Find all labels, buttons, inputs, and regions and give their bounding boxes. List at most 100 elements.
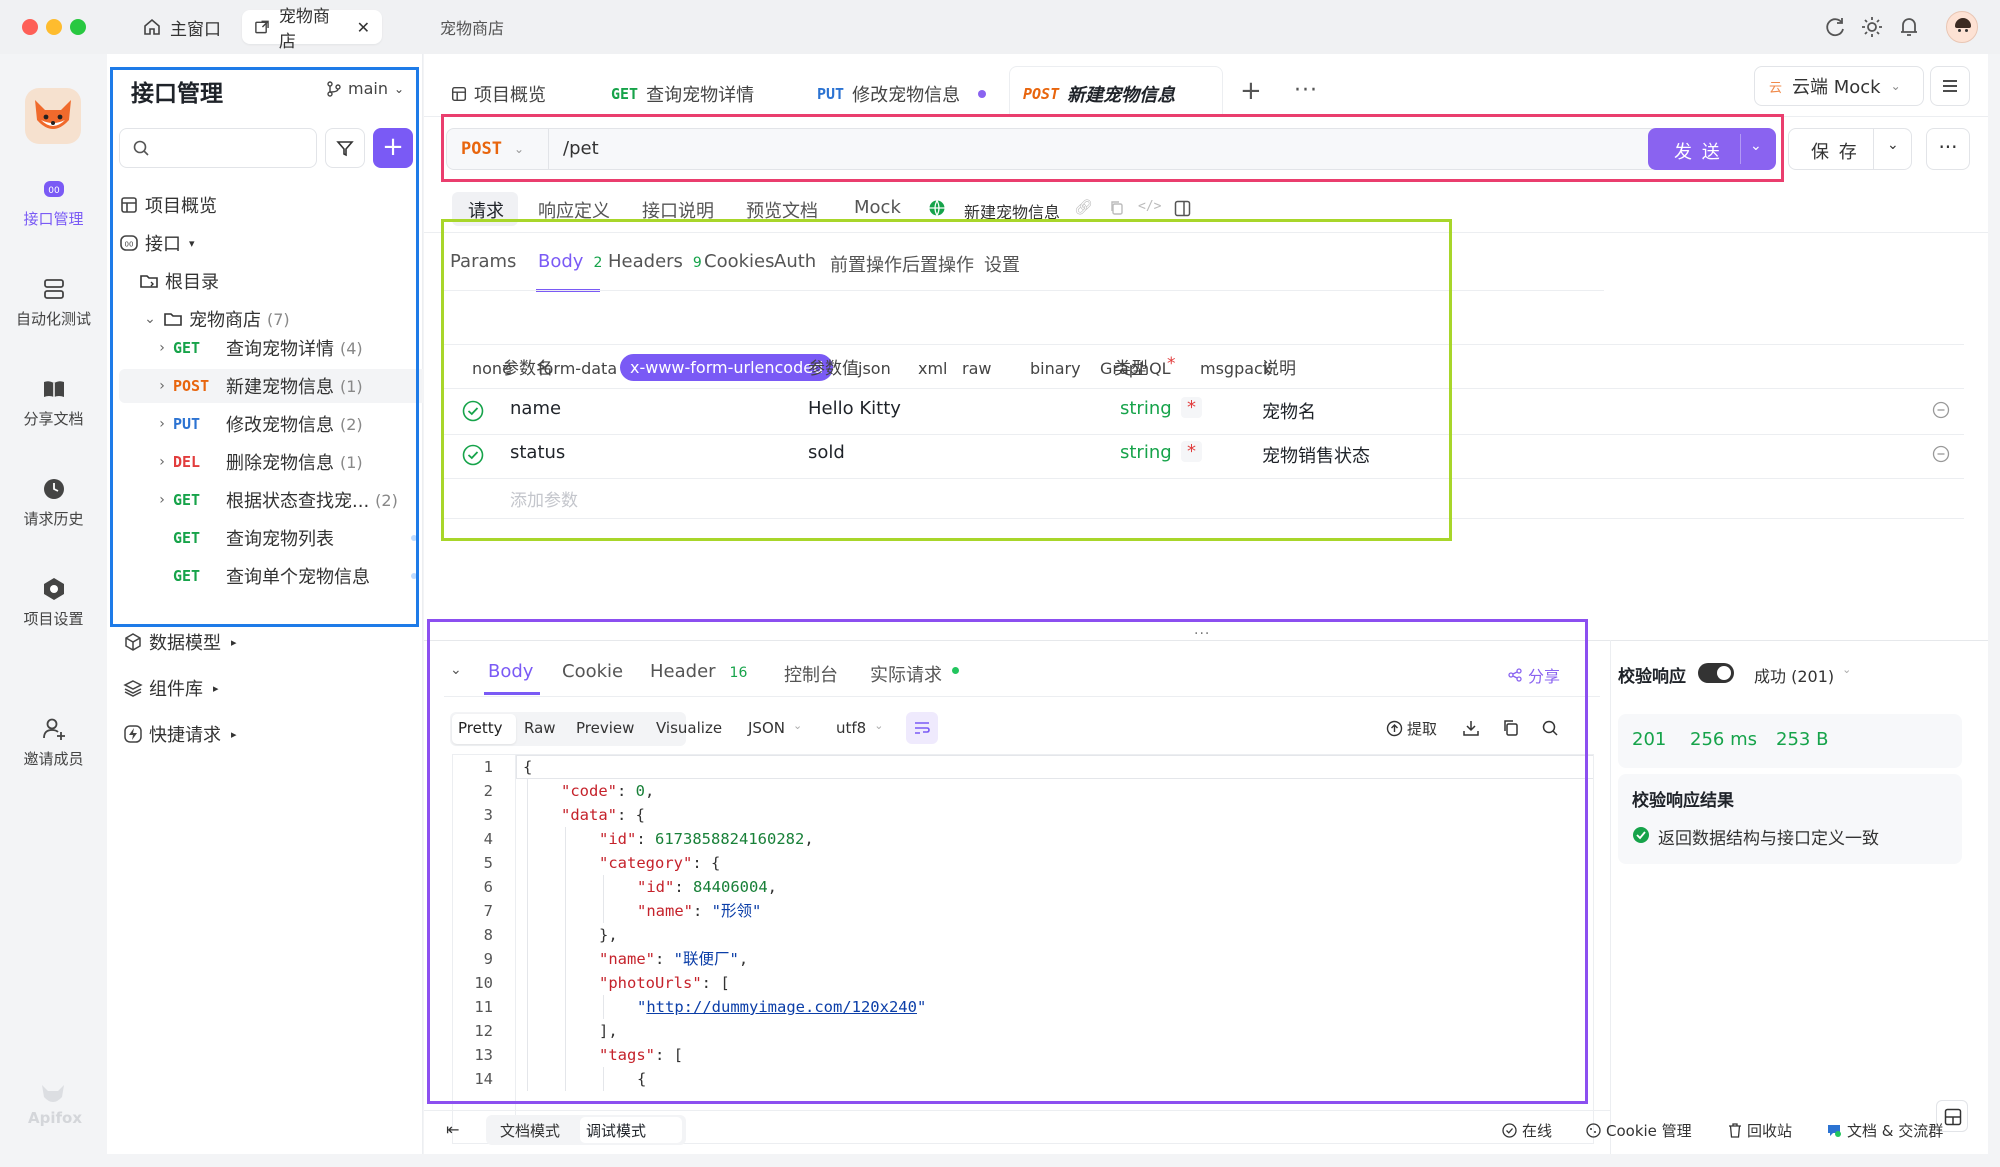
rail-invite-members[interactable]: 邀请成员 <box>0 716 107 769</box>
param-type[interactable]: string <box>1120 398 1172 419</box>
response-tab[interactable]: Header 16 <box>650 661 747 682</box>
sidebar-item-apis[interactable]: 00 接口 ▾ <box>119 226 429 260</box>
doc-mode-button[interactable]: 文档模式 <box>500 1120 560 1141</box>
download-icon[interactable] <box>1462 719 1480 737</box>
sidebar-item-quick-request[interactable]: 快捷请求 ▸ <box>123 717 433 751</box>
sidebar-item-components[interactable]: 组件库 ▸ <box>123 671 433 705</box>
docs-community[interactable]: 文档 & 交流群 <box>1826 1120 1943 1141</box>
status-select[interactable]: 成功 (201) ⌄ <box>1754 663 1851 687</box>
rail-project-settings[interactable]: 项目设置 <box>0 576 107 629</box>
chevron-right-icon[interactable]: › <box>151 340 173 356</box>
copy-icon[interactable] <box>1109 200 1125 216</box>
cookie-manager[interactable]: Cookie 管理 <box>1586 1120 1692 1141</box>
enabled-checkbox[interactable] <box>462 400 484 427</box>
add-api-button[interactable]: + <box>373 128 413 168</box>
chevron-down-icon[interactable]: ⌄ <box>1750 138 1762 154</box>
chevron-right-icon[interactable]: › <box>151 454 173 470</box>
response-code-editor[interactable]: 1{2 "code": 0, 3 "data": {4 "id": 6173858824… <box>452 754 1594 1144</box>
more-options-button[interactable]: ··· <box>1926 128 1970 170</box>
enabled-checkbox[interactable] <box>462 444 484 471</box>
tab-post-pet[interactable]: POST 新建宠物信息 <box>1023 74 1175 114</box>
param-tab[interactable]: Body 2 <box>538 251 602 272</box>
sidebar-item-overview[interactable]: 项目概览 <box>119 188 429 222</box>
sidebar-api-item[interactable]: › GET 查询宠物详情 (4) <box>119 331 429 365</box>
req-tab-api-doc[interactable]: 接口说明 <box>642 197 714 223</box>
maximize-window-button[interactable] <box>70 19 86 35</box>
response-tab[interactable]: Body <box>488 661 533 682</box>
chevron-right-icon[interactable]: › <box>151 378 173 394</box>
link-icon[interactable]: 🔗︎ <box>1074 198 1093 216</box>
more-tabs-icon[interactable]: ··· <box>1294 78 1318 103</box>
required-toggle[interactable]: * <box>1181 397 1202 418</box>
chevron-down-icon[interactable]: ⌄ <box>1887 137 1899 153</box>
menu-button[interactable] <box>1930 66 1970 106</box>
rail-api-management[interactable]: 00 接口管理 <box>0 176 107 229</box>
drag-handle-icon[interactable]: ··· <box>1194 626 1210 642</box>
param-tab[interactable]: Params <box>450 251 516 272</box>
sidebar-api-item[interactable]: › PUT 修改宠物信息 (2) <box>119 407 429 441</box>
view-pretty[interactable]: Pretty <box>458 719 503 737</box>
chevron-right-icon[interactable]: › <box>151 492 173 508</box>
param-value[interactable]: Hello Kitty <box>808 398 901 419</box>
sidebar-item-data-model[interactable]: 数据模型 ▸ <box>123 625 433 659</box>
validate-toggle[interactable] <box>1698 663 1734 683</box>
view-raw[interactable]: Raw <box>524 719 556 737</box>
sidebar-search-input[interactable] <box>119 128 317 168</box>
close-tab-icon[interactable]: ✕ <box>357 18 370 37</box>
trash-bin[interactable]: 回收站 <box>1728 1120 1792 1141</box>
response-tab[interactable]: Cookie <box>562 661 623 682</box>
sidebar-api-item[interactable]: › GET 根据状态查找宠... (2) <box>119 483 429 517</box>
tab-get-pet-detail[interactable]: GET 查询宠物详情 <box>611 74 754 114</box>
save-button[interactable]: 保 存 ⌄ <box>1788 128 1912 170</box>
body-type-option[interactable]: json <box>858 359 891 378</box>
view-preview[interactable]: Preview <box>576 719 634 737</box>
new-tab-plus-icon[interactable]: + <box>1240 76 1262 106</box>
collapse-response-icon[interactable]: ⌄ <box>450 662 462 678</box>
body-type-option[interactable]: xml <box>918 359 948 378</box>
param-type[interactable]: string <box>1120 442 1172 463</box>
rail-automation-test[interactable]: 自动化测试 <box>0 276 107 329</box>
filter-button[interactable] <box>325 128 365 168</box>
home-window-tab[interactable]: 主窗口 <box>130 10 233 44</box>
method-select[interactable]: POST ⌄ <box>447 129 549 169</box>
param-description[interactable]: 宠物名 <box>1262 398 1316 424</box>
req-tab-preview-doc[interactable]: 预览文档 <box>746 197 818 223</box>
close-window-button[interactable] <box>22 19 38 35</box>
sidebar-api-item[interactable]: GET 查询单个宠物信息 <box>119 559 429 593</box>
online-status[interactable]: 在线 <box>1502 1120 1552 1141</box>
search-icon[interactable] <box>1541 719 1559 737</box>
sidebar-api-item[interactable]: › DEL 删除宠物信息 (1) <box>119 445 429 479</box>
notification-bell-icon[interactable] <box>1896 14 1922 40</box>
remove-row-button[interactable] <box>1932 445 1950 468</box>
url-input[interactable]: /pet <box>563 138 599 159</box>
remove-row-button[interactable] <box>1932 401 1950 424</box>
chevron-right-icon[interactable]: › <box>151 416 173 432</box>
send-button[interactable]: 发 送 ⌄ <box>1648 128 1776 170</box>
param-tab[interactable]: 后置操作 <box>902 251 974 277</box>
code-icon[interactable]: </> <box>1138 199 1161 214</box>
split-panel-icon[interactable] <box>1174 200 1191 217</box>
param-name[interactable]: status <box>510 442 565 463</box>
extract-button[interactable]: 提取 <box>1386 718 1437 739</box>
param-tab[interactable]: Headers 9 <box>608 251 702 272</box>
sidebar-api-item[interactable]: GET 查询宠物列表 <box>119 521 429 555</box>
tab-put-pet[interactable]: PUT 修改宠物信息 <box>817 74 987 114</box>
share-button[interactable]: 分享 <box>1508 663 1560 687</box>
param-tab[interactable]: Auth <box>774 251 816 272</box>
param-tab[interactable]: Cookies <box>704 251 774 272</box>
sidebar-item-root[interactable]: 根目录 <box>139 264 449 298</box>
branch-selector[interactable]: main ⌄ <box>326 79 404 98</box>
project-logo[interactable] <box>25 88 81 144</box>
tab-project-overview[interactable]: 项目概览 <box>450 74 546 114</box>
collapse-sidebar-icon[interactable]: ⇤ <box>446 1120 459 1139</box>
body-type-option[interactable]: raw <box>962 359 991 378</box>
user-avatar[interactable] <box>1946 11 1978 43</box>
format-select[interactable]: JSON ⌄ <box>748 719 802 737</box>
copy-icon[interactable] <box>1502 719 1520 737</box>
add-param-placeholder[interactable]: 添加参数 <box>510 486 578 511</box>
debug-mode-button[interactable]: 调试模式 <box>586 1120 646 1141</box>
param-tab[interactable]: 设置 <box>984 251 1020 277</box>
refresh-icon[interactable] <box>1822 14 1848 40</box>
body-type-option[interactable]: binary <box>1030 359 1081 378</box>
body-type-option[interactable]: x-www-form-urlencoded <box>620 354 834 381</box>
